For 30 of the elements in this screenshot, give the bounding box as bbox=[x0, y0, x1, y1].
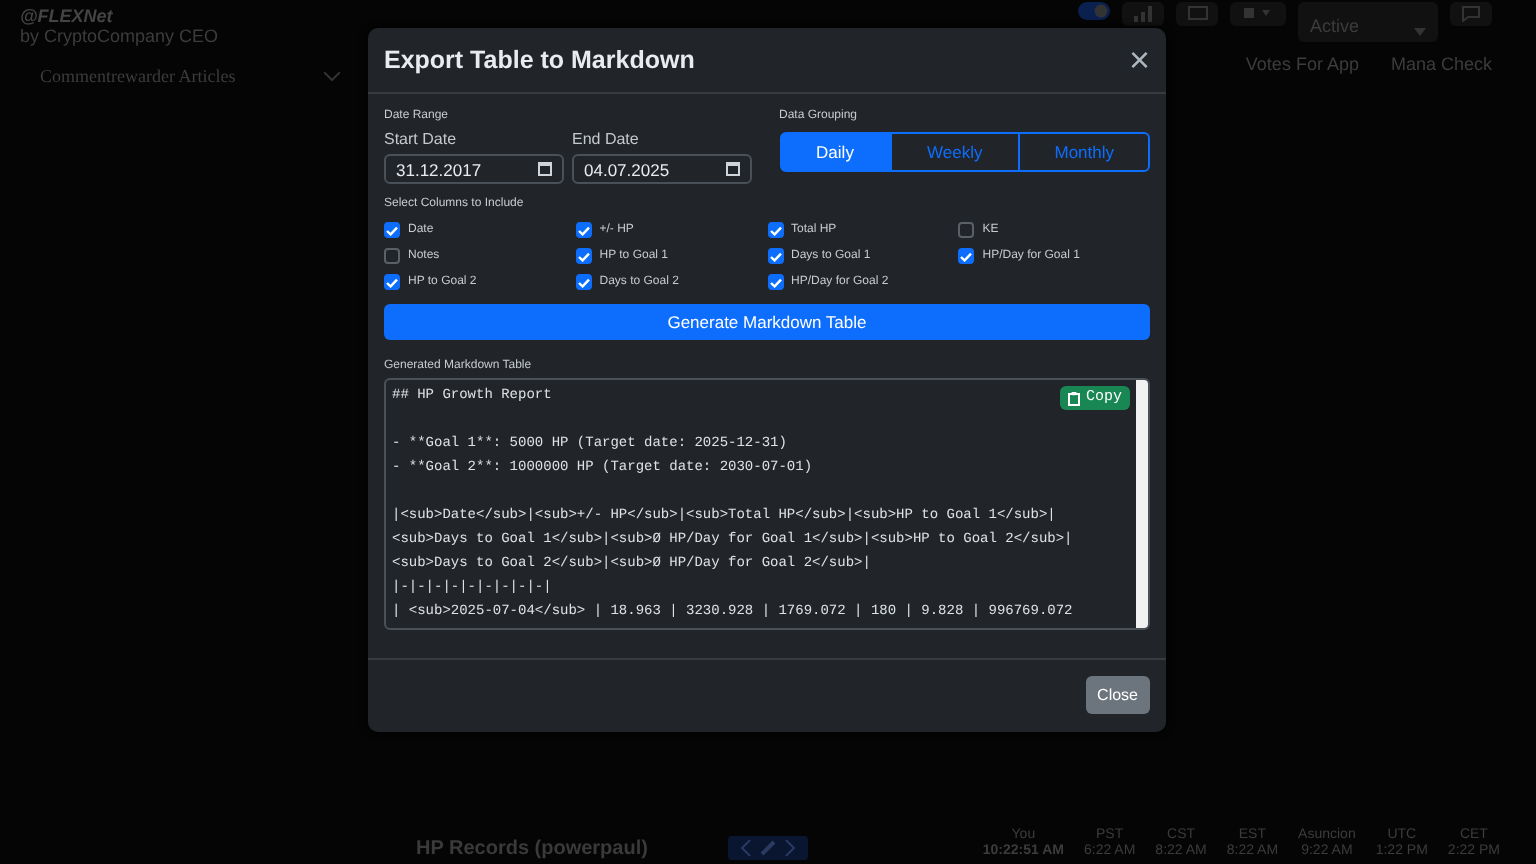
caret-icon bbox=[1414, 28, 1426, 36]
markdown-output[interactable] bbox=[384, 378, 1150, 630]
grouping-tab[interactable]: Monthly bbox=[1018, 134, 1148, 170]
calendar-icon[interactable] bbox=[726, 162, 740, 176]
calendar-icon[interactable] bbox=[538, 162, 552, 176]
checkbox[interactable] bbox=[767, 274, 783, 290]
checkbox[interactable] bbox=[575, 248, 592, 264]
checkbox[interactable] bbox=[384, 274, 400, 290]
generate-button[interactable]: Generate Markdown Table bbox=[384, 304, 1150, 340]
close-button[interactable]: Close bbox=[1085, 676, 1150, 714]
checkbox[interactable] bbox=[958, 248, 975, 264]
field-label: End Date bbox=[572, 130, 641, 148]
checkbox[interactable] bbox=[384, 248, 400, 264]
clipboard-icon bbox=[1067, 391, 1080, 405]
checkbox[interactable] bbox=[575, 222, 592, 238]
dialog-title: Export Table to Markdown bbox=[384, 46, 695, 74]
toggle-icon[interactable] bbox=[1078, 2, 1110, 20]
date-field[interactable]: 31.12.2017 bbox=[384, 154, 564, 184]
checkbox[interactable] bbox=[958, 222, 975, 238]
checkbox[interactable] bbox=[575, 274, 592, 290]
checkbox[interactable] bbox=[384, 222, 400, 238]
checkbox[interactable] bbox=[767, 248, 783, 264]
close-button[interactable]: × bbox=[1128, 42, 1150, 78]
field-label: Start Date bbox=[384, 130, 459, 148]
date-field[interactable]: 04.07.2025 bbox=[572, 154, 752, 184]
checkbox[interactable] bbox=[767, 222, 783, 238]
grouping-tab[interactable]: Weekly bbox=[889, 134, 1019, 170]
scrollbar[interactable] bbox=[1136, 380, 1148, 628]
chevron-icon bbox=[324, 71, 340, 81]
grouping-tab[interactable]: Daily bbox=[781, 134, 889, 170]
